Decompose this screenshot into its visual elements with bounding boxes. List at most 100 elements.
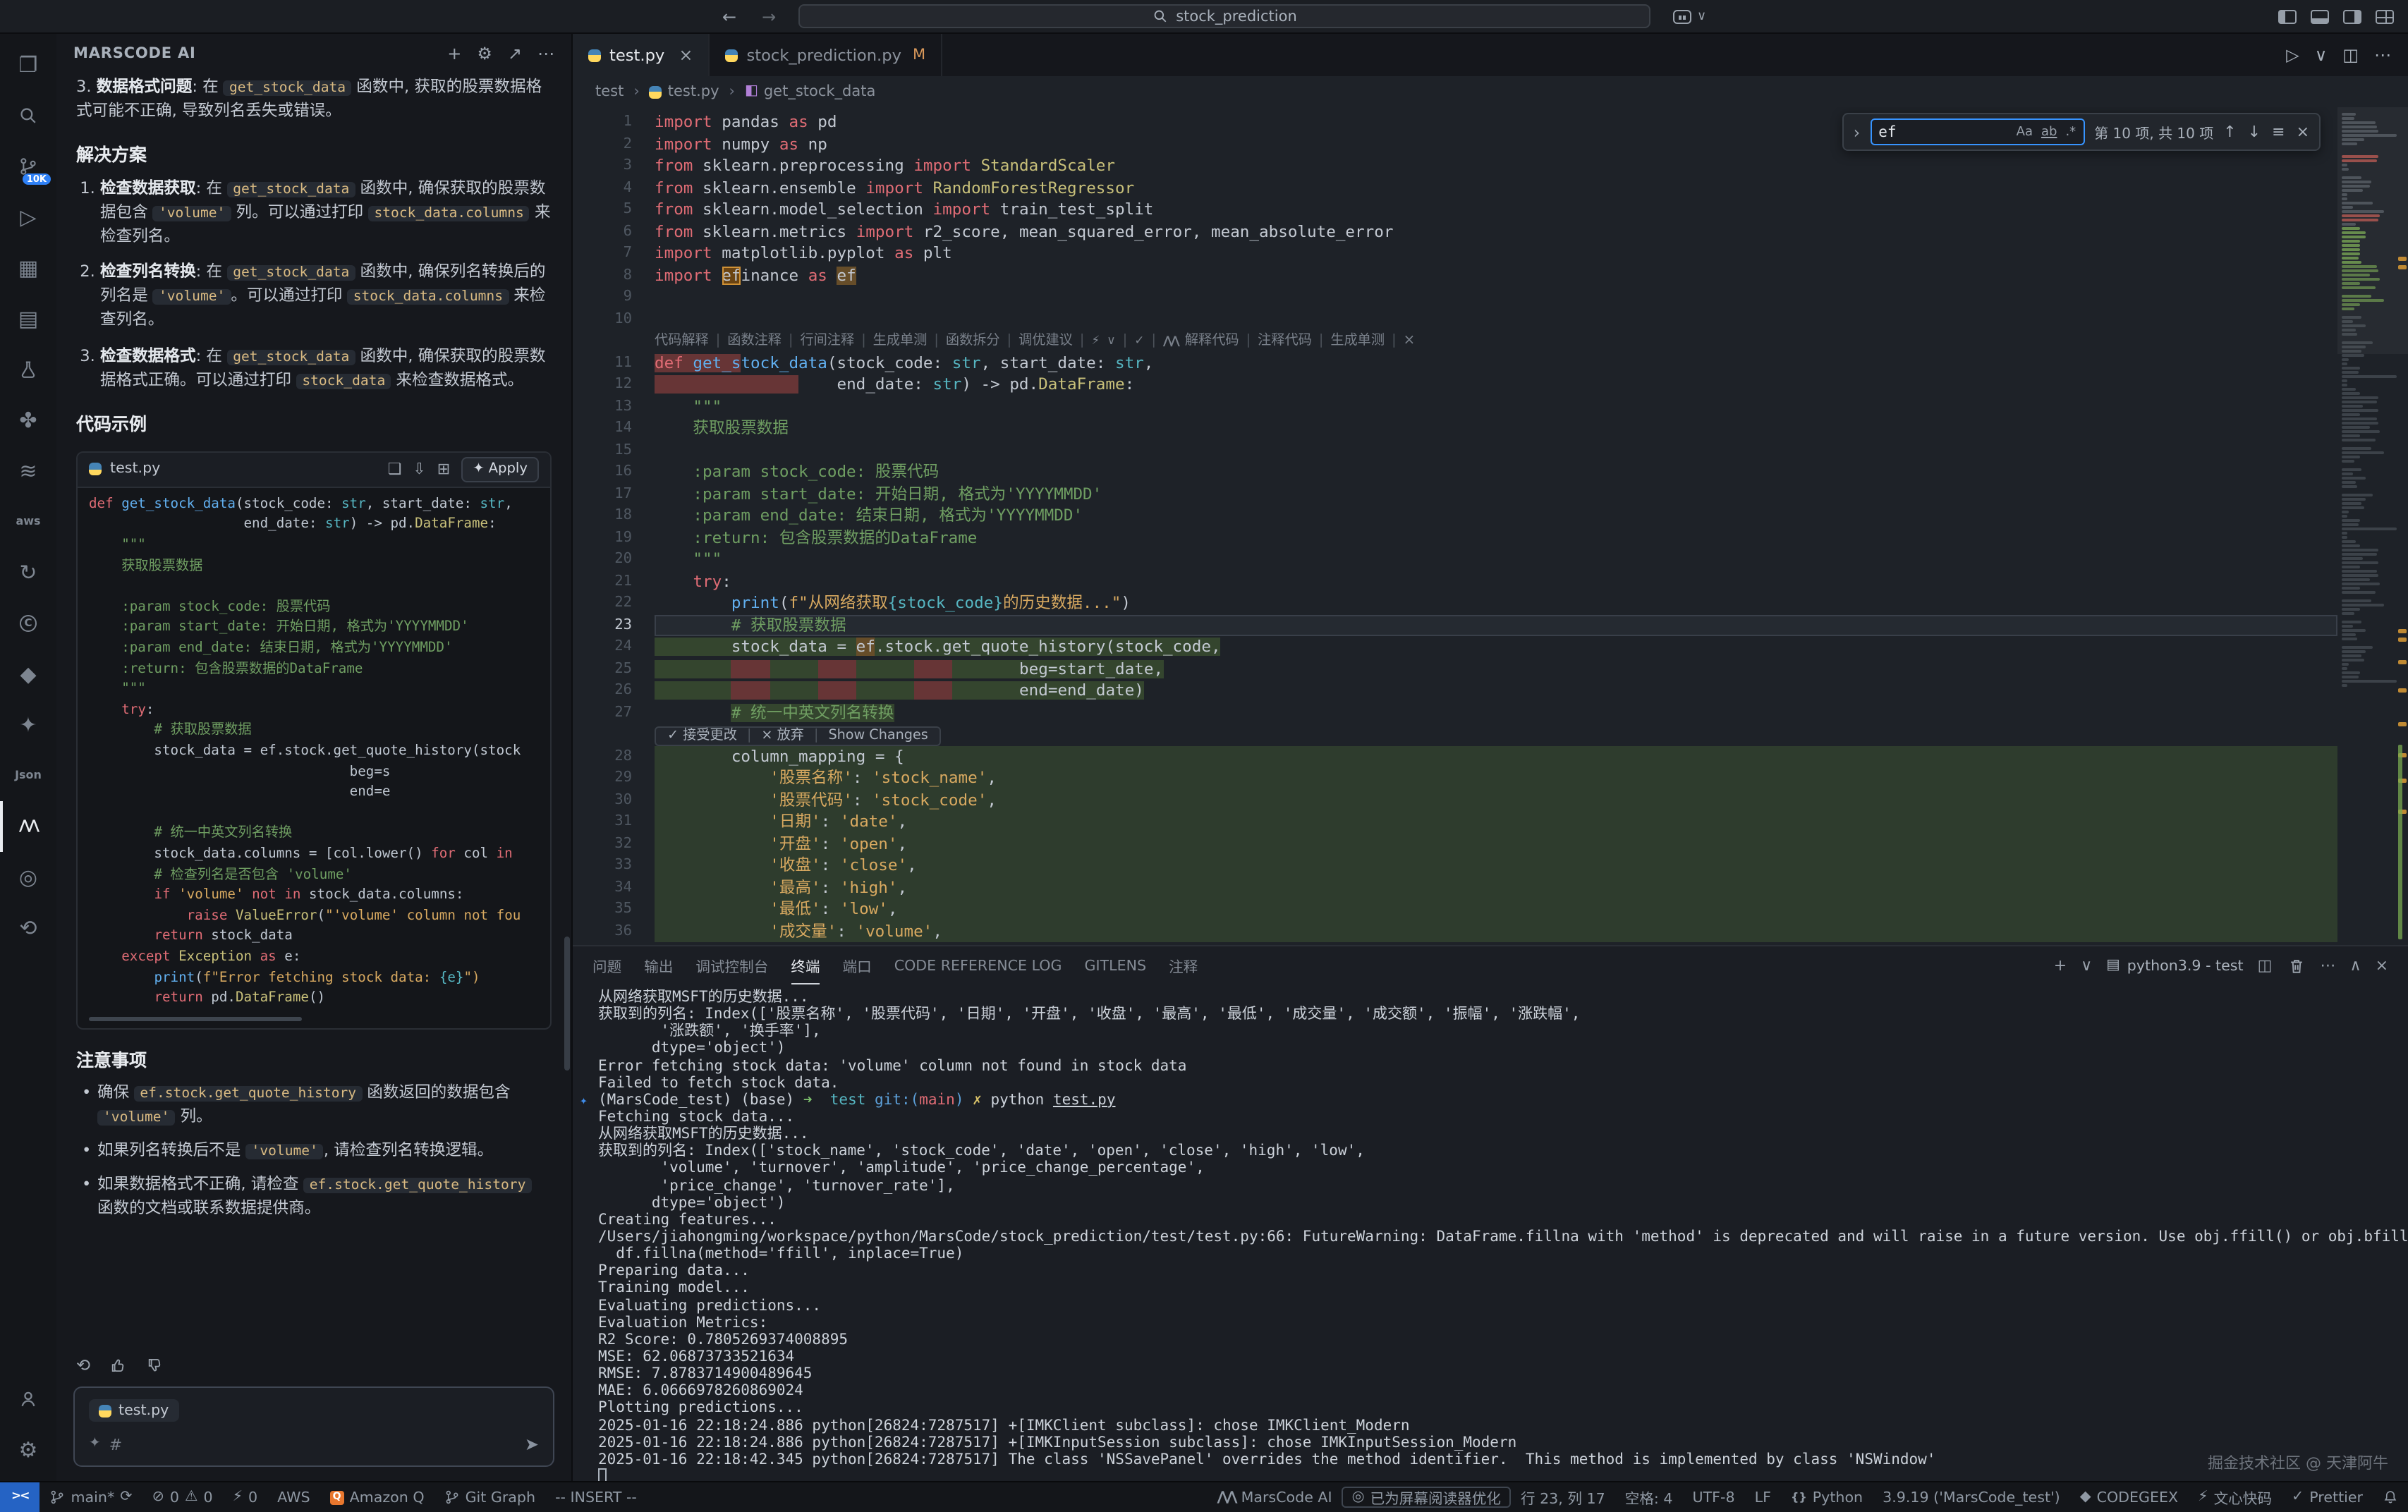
trash-icon[interactable] (2286, 956, 2306, 975)
find-in-selection-icon[interactable]: ≡ (2272, 123, 2285, 141)
more-icon[interactable]: ⋯ (537, 45, 554, 62)
card-scrollbar[interactable] (89, 1016, 302, 1020)
activity-json[interactable]: Json (0, 750, 56, 801)
add-icon[interactable]: + (447, 45, 461, 62)
forward-icon[interactable]: → (762, 7, 776, 27)
assistant-icon[interactable] (1673, 10, 1691, 24)
codelens-action[interactable]: 行间注释 (800, 330, 854, 352)
codelens-action[interactable]: 调优建议 (1018, 330, 1073, 352)
apply-button[interactable]: ✦ Apply (461, 456, 539, 482)
sidebar-scrollbar[interactable] (564, 937, 570, 1071)
status-language[interactable]: {}Python (1781, 1482, 1873, 1512)
activity-leaf[interactable]: ✤ (0, 395, 56, 446)
export-icon[interactable]: ↗ (508, 45, 522, 62)
codelens-action[interactable]: 代码解释 (655, 330, 709, 352)
breadcrumb-item[interactable]: ◧get_stock_data (745, 83, 875, 100)
context-chip[interactable]: test.py (89, 1399, 178, 1422)
match-case-icon[interactable]: Aa (2017, 125, 2033, 139)
status-remote[interactable]: >< (0, 1482, 40, 1512)
add-icon[interactable]: + (2054, 958, 2067, 973)
insert-icon[interactable]: ⇩ (413, 462, 425, 477)
codelens-action[interactable]: 注释代码 (1258, 330, 1312, 352)
panel-tab-调试控制台[interactable]: 调试控制台 (695, 946, 768, 984)
gear-icon[interactable]: ⚙ (477, 45, 492, 62)
activity-account[interactable] (0, 1374, 56, 1425)
status-screen-reader[interactable]: ◎已为屏幕阅读器优化 (1342, 1487, 1511, 1508)
activity-aws[interactable]: aws (0, 496, 56, 547)
status-prettier[interactable]: ✓Prettier (2282, 1482, 2373, 1512)
activity-docker[interactable]: ≋ (0, 446, 56, 496)
activity-marscode[interactable]: ⋀⋀ (0, 801, 56, 852)
status-encoding[interactable]: UTF-8 (1683, 1482, 1745, 1512)
send-icon[interactable]: ➤ (525, 1434, 539, 1454)
close-icon[interactable]: × (1404, 334, 1416, 348)
status-aws[interactable]: AWS (267, 1482, 320, 1512)
toggle-primary-sidebar-icon[interactable] (2278, 10, 2297, 24)
toggle-panel-icon[interactable] (2311, 10, 2329, 24)
thumb-down-icon[interactable] (145, 1355, 164, 1375)
chevron-down-icon[interactable]: ∨ (1697, 10, 1706, 24)
codelens-action[interactable]: 生成单测 (873, 330, 928, 352)
status-cursor-position[interactable]: 行 23, 列 17 (1511, 1482, 1615, 1512)
status-notifications[interactable] (2373, 1482, 2408, 1512)
activity-remote-explorer[interactable]: ▤ (0, 293, 56, 344)
copy-icon[interactable]: ❏ (388, 462, 402, 477)
activity-history[interactable]: ⟲ (0, 903, 56, 953)
show-changes-button[interactable]: Show Changes (828, 725, 928, 747)
activity-run-debug[interactable]: ▷ (0, 192, 56, 243)
customize-layout-icon[interactable] (2376, 10, 2394, 24)
split-icon[interactable]: ◫ (2258, 958, 2273, 973)
panel-tab-终端[interactable]: 终端 (791, 946, 820, 984)
status-comate[interactable]: ⚡文心快码 (2188, 1482, 2282, 1512)
chevron-down-icon[interactable]: ∨ (2315, 47, 2328, 63)
status-codegeex[interactable]: ◆CODEGEEX (2070, 1482, 2188, 1512)
terminal[interactable]: 从网络获取MSFT的历史数据...获取到的列名: Index(['股票名称', … (573, 984, 2408, 1481)
overview-ruler[interactable] (2397, 107, 2408, 945)
terminal-instance[interactable]: ▤python3.9 - test (2106, 957, 2243, 974)
activity-codegeex[interactable]: ◆ (0, 649, 56, 700)
status-interpreter[interactable]: 3.9.19 ('MarsCode_test') (1873, 1482, 2070, 1512)
activity-comate[interactable]: ✦ (0, 700, 56, 750)
status-indentation[interactable]: 空格: 4 (1615, 1482, 1683, 1512)
find-input[interactable]: ef Aa ab .* (1870, 118, 2084, 145)
back-icon[interactable]: ← (722, 7, 736, 27)
breadcrumb-item[interactable]: test.py (650, 83, 719, 100)
activity-extensions[interactable]: ▦ (0, 243, 56, 293)
panel-tab-CODE REFERENCE LOG[interactable]: CODE REFERENCE LOG (894, 946, 1062, 984)
status-zap-count[interactable]: ⚡0 (223, 1482, 268, 1512)
activity-settings[interactable]: ⚙ (0, 1425, 56, 1475)
more-icon[interactable]: ⋯ (2374, 47, 2391, 63)
status-marscode[interactable]: ⋀⋀MarsCode AI (1208, 1482, 1342, 1512)
breadcrumb-item[interactable]: test (595, 83, 624, 100)
chevron-down-icon[interactable]: ∨ (2081, 958, 2092, 973)
status-eol[interactable]: LF (1745, 1482, 1781, 1512)
activity-source-control[interactable]: 10K (0, 141, 56, 192)
status-problems[interactable]: ⊘0⚠0 (142, 1482, 223, 1512)
thumb-up-icon[interactable] (109, 1355, 127, 1375)
command-center-search[interactable]: stock_prediction (798, 4, 1650, 28)
codelens-action[interactable]: 函数注释 (727, 330, 782, 352)
chevron-up-icon[interactable]: ∧ (2349, 958, 2361, 973)
toggle-secondary-sidebar-icon[interactable] (2343, 10, 2361, 24)
panel-tab-注释[interactable]: 注释 (1169, 946, 1198, 984)
status-vim-mode[interactable]: -- INSERT -- (545, 1482, 647, 1512)
whole-word-icon[interactable]: ab (2041, 125, 2057, 139)
split-icon[interactable]: ◫ (2342, 47, 2359, 63)
codelens-action[interactable]: 函数拆分 (946, 330, 1000, 352)
activity-explorer[interactable]: ❐ (0, 39, 56, 90)
activity-testing[interactable] (0, 344, 56, 395)
accept-changes-button[interactable]: ✓ 接受更改 (667, 725, 737, 747)
find-collapse-icon[interactable]: › (1854, 122, 1861, 142)
close-tab-icon[interactable]: × (679, 45, 693, 65)
activity-continue[interactable]: ↻ (0, 547, 56, 598)
activity-search[interactable] (0, 90, 56, 141)
activity-csharp[interactable]: C (0, 598, 56, 649)
codelens-action[interactable]: 解释代码 (1185, 330, 1239, 352)
newfile-icon[interactable]: ⊞ (437, 462, 450, 477)
code-editor[interactable]: 1import pandas as pd2import numpy as np3… (573, 107, 2337, 945)
close-find-icon[interactable]: × (2297, 123, 2309, 141)
status-git-graph[interactable]: Git Graph (434, 1482, 546, 1512)
discard-changes-button[interactable]: × 放弃 (761, 725, 804, 747)
panel-tab-GITLENS[interactable]: GITLENS (1085, 946, 1147, 984)
codelens-action[interactable]: 生成单测 (1330, 330, 1385, 352)
